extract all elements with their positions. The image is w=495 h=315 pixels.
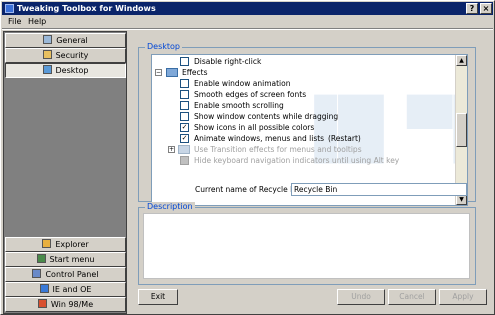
category-label: Explorer <box>55 240 89 249</box>
category-label: Start menu <box>49 255 95 264</box>
main-window: Tweaking Toolbox for Windows ? × File He… <box>0 0 495 315</box>
category-label: General <box>56 36 88 45</box>
checkbox-checked[interactable]: ✓ <box>180 134 189 143</box>
collapse-icon[interactable]: − <box>155 69 162 76</box>
tree-item-label: Show icons in all possible colors <box>194 123 315 132</box>
explorer-icon <box>42 239 52 248</box>
expand-icon[interactable]: + <box>168 146 175 153</box>
tree-item-label: Show window contents while dragging <box>194 112 339 121</box>
tree-item[interactable]: Smooth edges of screen fonts <box>152 89 452 100</box>
category-label: Security <box>55 51 89 60</box>
windows-icon <box>37 299 47 308</box>
category-label: Desktop <box>55 66 89 75</box>
description-text-area <box>143 213 470 279</box>
checkbox[interactable] <box>180 57 189 66</box>
tree-item-label: Use Transition effects for menus and too… <box>194 145 362 154</box>
folder-icon <box>178 145 190 154</box>
apply-button[interactable]: Apply <box>439 289 487 305</box>
menu-separator <box>2 28 493 30</box>
ie-icon <box>39 284 49 293</box>
help-title-button[interactable]: ? <box>466 3 478 14</box>
category-security[interactable]: Security <box>5 48 126 63</box>
close-button[interactable]: × <box>480 3 492 14</box>
group-legend: Desktop <box>145 42 182 52</box>
tree-item-label: Disable right-click <box>194 57 262 66</box>
tree-item-label: Effects <box>182 68 208 77</box>
tree-item[interactable]: Show window contents while dragging <box>152 111 452 122</box>
tree-folder-transitions[interactable]: + Use Transition effects for menus and t… <box>152 144 452 155</box>
tree-item[interactable]: Enable window animation <box>152 78 452 89</box>
scroll-thumb[interactable] <box>456 113 467 147</box>
category-explorer[interactable]: Explorer <box>5 237 126 252</box>
tree-item[interactable]: ✓ Show icons in all possible colors <box>152 122 452 133</box>
category-control-panel[interactable]: Control Panel <box>5 267 126 282</box>
checkbox[interactable] <box>180 90 189 99</box>
app-icon <box>5 4 14 13</box>
title-bar: Tweaking Toolbox for Windows ? × <box>2 2 493 15</box>
tree-item-label: Smooth edges of screen fonts <box>194 90 307 99</box>
cancel-button[interactable]: Cancel <box>388 289 436 305</box>
category-general[interactable]: General <box>5 33 126 48</box>
category-desktop[interactable]: Desktop <box>5 63 126 78</box>
general-icon <box>43 35 53 44</box>
window-title: Tweaking Toolbox for Windows <box>17 4 156 13</box>
security-icon <box>42 50 52 59</box>
tree-item[interactable]: ✓ Animate windows, menus and lists (Rest… <box>152 133 452 144</box>
tree-item[interactable]: Disable right-click <box>152 56 452 67</box>
checkbox[interactable] <box>180 79 189 88</box>
checkbox[interactable] <box>180 112 189 121</box>
tree-folder-effects[interactable]: − Effects <box>152 67 452 78</box>
category-ie-oe[interactable]: IE and OE <box>5 282 126 297</box>
tree-item[interactable]: Enable smooth scrolling <box>152 100 452 111</box>
checkbox-checked[interactable]: ✓ <box>180 123 189 132</box>
folder-icon <box>166 68 178 77</box>
category-win98-me[interactable]: Win 98/Me <box>5 297 126 312</box>
menu-file[interactable]: File <box>8 15 21 28</box>
category-start-menu[interactable]: Start menu <box>5 252 126 267</box>
category-label: Control Panel <box>45 270 99 279</box>
tree-item-label: Hide keyboard navigation indicators unti… <box>194 156 400 165</box>
group-legend: Description <box>145 202 195 212</box>
scroll-up-arrow-icon[interactable]: ▲ <box>456 55 467 66</box>
menu-help[interactable]: Help <box>28 15 46 28</box>
recycle-bin-name-input[interactable] <box>291 183 467 196</box>
menu-bar: File Help <box>2 15 493 28</box>
tree-item: Hide keyboard navigation indicators unti… <box>152 155 452 166</box>
category-sidebar: General Security Desktop Explorer Start … <box>3 31 127 314</box>
restart-note: (Restart) <box>328 134 361 143</box>
tree-item-label: Enable smooth scrolling <box>194 101 284 110</box>
checkbox-disabled <box>180 156 189 165</box>
tree-item-label: Enable window animation <box>194 79 291 88</box>
desktop-icon <box>42 65 52 74</box>
description-groupbox: Description <box>138 202 476 285</box>
control-panel-icon <box>32 269 42 278</box>
recycle-bin-label: Current name of Recycle Bin <box>195 185 303 194</box>
tree-item-label: Animate windows, menus and lists <box>194 134 325 143</box>
checkbox[interactable] <box>180 101 189 110</box>
category-label: IE and OE <box>52 285 92 294</box>
start-menu-icon <box>36 254 46 263</box>
settings-panel: Desktop ▐█ ▀▌ Disable right-click − Effe… <box>129 31 493 285</box>
exit-button[interactable]: Exit <box>138 289 178 305</box>
category-label: Win 98/Me <box>50 300 94 309</box>
undo-button[interactable]: Undo <box>337 289 385 305</box>
